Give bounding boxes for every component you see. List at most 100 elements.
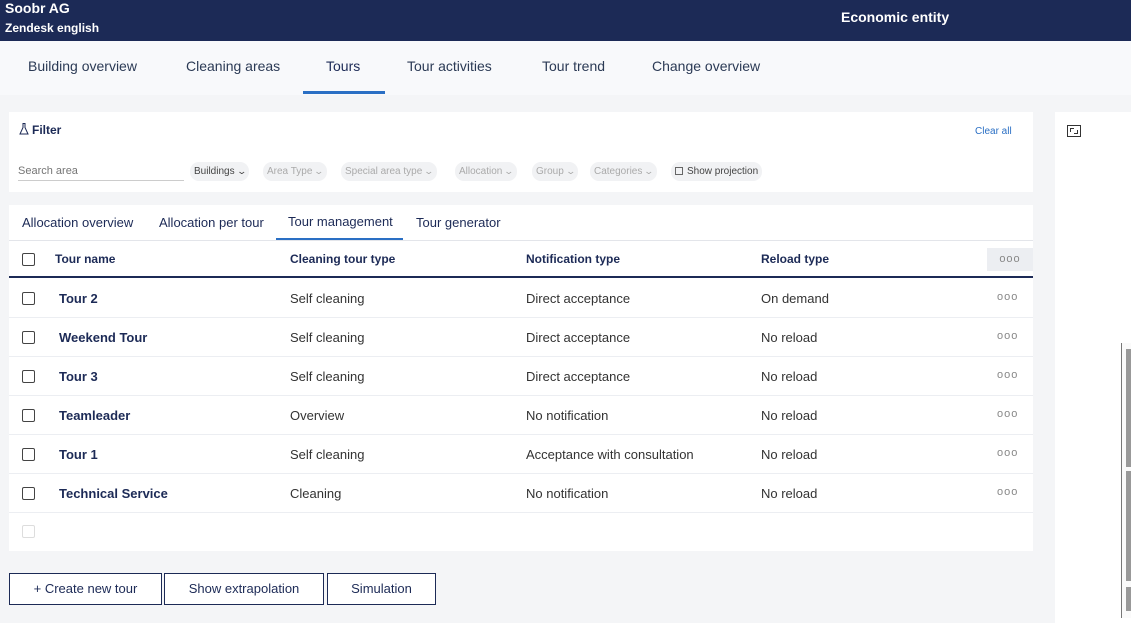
row-more-button[interactable]: ooo [997,486,1018,498]
row-checkbox[interactable] [22,409,35,422]
table-row-empty [9,513,1033,552]
top-header: Soobr AG Zendesk english Economic entity [0,0,1131,41]
notification-type: Direct acceptance [526,291,631,306]
entity-label[interactable]: Economic entity [841,9,949,25]
notification-type: Direct acceptance [526,369,631,384]
scrollbar-segment [1126,587,1131,611]
tour-management-panel: Allocation overview Allocation per tour … [9,205,1033,551]
filter-title-label: Filter [32,123,62,137]
table-row[interactable]: Tour 3 Self cleaning Direct acceptance N… [9,357,1033,396]
company-name: Soobr AG [5,0,70,16]
main-nav: Building overview Cleaning areas Tours T… [0,41,1131,95]
show-extrapolation-button[interactable]: Show extrapolation [164,573,324,605]
filter-chip-allocation[interactable]: Allocation⌄ [455,162,517,181]
company-subtitle: Zendesk english [5,21,100,35]
checkbox-icon [675,167,683,175]
tour-name[interactable]: Teamleader [59,408,130,423]
tour-name[interactable]: Tour 2 [59,291,98,306]
filter-chip-special-area-type[interactable]: Special area type⌄ [341,162,437,181]
filter-chip-categories[interactable]: Categories⌄ [590,162,657,181]
table-row[interactable]: Technical Service Cleaning No notificati… [9,474,1033,513]
filter-title[interactable]: Filter [19,123,61,137]
filter-chip-area-type[interactable]: Area Type⌄ [263,162,327,181]
chevron-down-icon: ⌄ [236,166,247,176]
notification-type: Direct acceptance [526,330,631,345]
column-options-button[interactable]: ooo [987,248,1033,271]
filter-panel: Filter Clear all Buildings⌄ Area Type⌄ S… [9,112,1033,192]
chip-label: Categories [594,166,643,177]
reload-type: On demand [761,291,829,306]
projection-label: Show projection [687,166,759,177]
notification-type: No notification [526,486,609,501]
subtab-allocation-overview[interactable]: Allocation overview [22,215,133,230]
table-row[interactable]: Teamleader Overview No notification No r… [9,396,1033,435]
table-row[interactable]: Tour 1 Self cleaning Acceptance with con… [9,435,1033,474]
chevron-down-icon: ⌄ [313,166,325,176]
chevron-down-icon: ⌄ [643,166,655,176]
row-checkbox[interactable] [22,331,35,344]
subtab-tour-generator[interactable]: Tour generator [416,215,501,230]
row-checkbox[interactable] [22,370,35,383]
table-header: Tour name Cleaning tour type Notificatio… [9,241,1033,278]
row-more-button[interactable]: ooo [997,408,1018,420]
filter-chip-group[interactable]: Group⌄ [532,162,579,181]
tour-name[interactable]: Technical Service [59,486,168,501]
active-tab-indicator [303,91,385,94]
row-checkbox[interactable] [22,292,35,305]
tab-tour-trend[interactable]: Tour trend [542,41,605,95]
table-row[interactable]: Weekend Tour Self cleaning Direct accept… [9,318,1033,357]
filter-chip-buildings[interactable]: Buildings⌄ [190,162,250,181]
create-new-tour-button[interactable]: + Create new tour [9,573,162,605]
chevron-down-icon: ⌄ [423,166,435,176]
cleaning-tour-type: Self cleaning [290,291,365,306]
tour-name[interactable]: Tour 1 [59,447,98,462]
simulation-button[interactable]: Simulation [327,573,436,605]
tab-cleaning-areas[interactable]: Cleaning areas [186,41,280,95]
scrollbar-segment [1126,349,1131,467]
row-checkbox[interactable] [22,448,35,461]
subtab-allocation-per-tour[interactable]: Allocation per tour [159,215,264,230]
row-more-button[interactable]: ooo [997,447,1018,459]
row-checkbox[interactable] [22,487,35,500]
show-projection-toggle[interactable]: Show projection [671,162,763,181]
tab-building-overview[interactable]: Building overview [28,41,137,95]
notification-type: Acceptance with consultation [526,447,694,462]
chip-label: Allocation [459,166,503,177]
cleaning-tour-type: Overview [290,408,345,423]
subtab-tour-management[interactable]: Tour management [288,214,393,229]
chevron-down-icon: ⌄ [565,166,576,176]
sub-tabs: Allocation overview Allocation per tour … [9,205,1033,241]
reload-type: No reload [761,369,818,384]
row-more-button[interactable]: ooo [997,330,1018,342]
chevron-down-icon: ⌄ [503,166,515,176]
chip-label: Area Type [267,166,313,177]
active-subtab-indicator [276,238,403,240]
search-area-input[interactable] [18,162,184,181]
cleaning-tour-type: Cleaning [290,486,342,501]
clear-all-link[interactable]: Clear all [975,126,1012,137]
column-header-cleaning-tour-type[interactable]: Cleaning tour type [290,252,395,266]
row-more-button[interactable]: ooo [997,369,1018,381]
column-header-tour-name[interactable]: Tour name [55,252,115,266]
cleaning-tour-type: Self cleaning [290,447,365,462]
chip-label: Special area type [345,166,423,177]
scrollbar[interactable] [1121,343,1131,618]
tour-name[interactable]: Tour 3 [59,369,98,384]
column-header-notification-type[interactable]: Notification type [526,252,620,266]
row-checkbox-disabled [22,525,35,538]
tab-tours[interactable]: Tours [326,41,360,95]
cleaning-tour-type: Self cleaning [290,330,365,345]
row-more-button[interactable]: ooo [997,291,1018,303]
column-header-reload-type[interactable]: Reload type [761,252,829,266]
reload-type: No reload [761,408,818,423]
table-row[interactable]: Tour 2 Self cleaning Direct acceptance O… [9,279,1033,318]
expand-icon[interactable] [1067,125,1081,137]
tab-change-overview[interactable]: Change overview [652,41,760,95]
chip-label: Group [536,166,564,177]
tab-tour-activities[interactable]: Tour activities [407,41,492,95]
reload-type: No reload [761,486,818,501]
chip-label: Buildings [194,166,235,177]
tour-name[interactable]: Weekend Tour [59,330,147,345]
scrollbar-segment [1126,471,1131,581]
select-all-checkbox[interactable] [22,253,35,266]
